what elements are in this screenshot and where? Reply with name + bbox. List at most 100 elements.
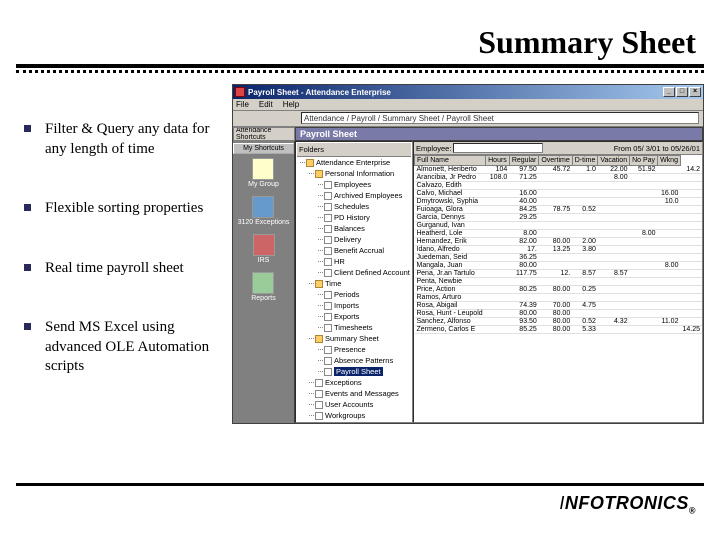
table-row[interactable]: Heatherd, Lole8.008.00 (415, 230, 703, 238)
toolbar-up-button[interactable] (265, 112, 279, 125)
cell-value: 80.25 (509, 286, 539, 294)
table-row[interactable]: Juedeman, Seid36.25 (415, 254, 703, 262)
date-range-label[interactable]: From 05/ 3/01 to 05/26/01 (614, 144, 700, 153)
shortcut-item[interactable]: 3120 Exceptions (238, 196, 290, 226)
table-row[interactable]: Ramos, Arturo (415, 294, 703, 302)
table-row[interactable]: Garcia, Dennys29.25 (415, 214, 703, 222)
cell-value (539, 294, 572, 302)
cell-value: 3.80 (572, 246, 598, 254)
cell-value: 4.32 (598, 318, 630, 326)
cell-value (539, 182, 572, 190)
tree-leaf-selected[interactable]: Payroll Sheet (334, 367, 383, 376)
minimize-button[interactable]: _ (663, 87, 675, 97)
cell-value (486, 270, 510, 278)
table-row[interactable]: Dmytrowski, Syphia40.0010.0 (415, 198, 703, 206)
bullet-item: Real time payroll sheet (24, 259, 214, 279)
tree-leaf[interactable]: Client Defined Account (334, 268, 410, 277)
tree-root[interactable]: Attendance Enterprise (316, 158, 390, 167)
column-header[interactable]: Wkng (658, 156, 681, 166)
column-header[interactable]: D-time (572, 156, 598, 166)
table-row[interactable]: Penta, Newbie (415, 278, 703, 286)
column-header[interactable]: Vacation (598, 156, 630, 166)
tree-leaf[interactable]: Events and Messages (325, 389, 399, 398)
menu-edit[interactable]: Edit (259, 100, 273, 109)
tree-leaf[interactable]: Employees (334, 180, 371, 189)
cell-value (598, 254, 630, 262)
table-row[interactable]: Zermeno, Carlos E85.2580.005.3314.25 (415, 326, 703, 334)
table-row[interactable]: Pena, Jr.an Tartulo117.7512.8.578.57 (415, 270, 703, 278)
shortcut-item[interactable]: IRS (253, 234, 275, 264)
table-row[interactable]: Fuioaga, Glora84.2578.750.52 (415, 206, 703, 214)
employee-field[interactable] (453, 143, 543, 153)
cell-value: 80.00 (509, 262, 539, 270)
cell-value: 80.00 (509, 310, 539, 318)
cell-value (598, 230, 630, 238)
cell-value: 2.00 (572, 238, 598, 246)
tree-leaf[interactable]: System Setup (325, 422, 372, 423)
cell-value (486, 302, 510, 310)
tree-leaf[interactable]: Archived Employees (334, 191, 402, 200)
cell-value (630, 326, 658, 334)
cell-value (680, 286, 702, 294)
table-row[interactable]: Almonett, Heriberto10497.5045.721.022.00… (415, 166, 703, 174)
breadcrumb[interactable]: Attendance / Payroll / Summary Sheet / P… (301, 112, 699, 124)
column-header[interactable]: Full Name (415, 156, 486, 166)
table-row[interactable]: Calvazo, Edith (415, 182, 703, 190)
table-row[interactable]: Calvo, Michael16.0016.00 (415, 190, 703, 198)
menu-file[interactable]: File (236, 100, 249, 109)
table-row[interactable]: Sanchez, Alfonso93.5080.000.524.3211.02 (415, 318, 703, 326)
tree-leaf[interactable]: HR (334, 257, 345, 266)
payroll-table[interactable]: Full NameHoursRegularOvertimeD-timeVacat… (414, 155, 702, 334)
tree-leaf[interactable]: Delivery (334, 235, 361, 244)
tree-leaf[interactable]: Workgroups (325, 411, 365, 420)
table-row[interactable]: Arancibia, Jr Pedro108.071.258.00 (415, 174, 703, 182)
tree-leaf[interactable]: Exports (334, 312, 359, 321)
window-titlebar[interactable]: Payroll Sheet - Attendance Enterprise _ … (233, 85, 703, 99)
cell-name: Calvazo, Edith (415, 182, 486, 190)
table-row[interactable]: Rosa, Hunt - Leupold80.0080.00 (415, 310, 703, 318)
cell-value: 84.25 (509, 206, 539, 214)
cell-name: Idano, Alfredo (415, 246, 486, 254)
table-row[interactable]: Gurganud, Ivan (415, 222, 703, 230)
column-header[interactable]: No Pay (630, 156, 658, 166)
tree-leaf[interactable]: PD History (334, 213, 370, 222)
cell-value: 0.52 (572, 318, 598, 326)
menu-help[interactable]: Help (283, 100, 299, 109)
table-row[interactable]: Idano, Alfredo17.13.253.80 (415, 246, 703, 254)
cell-value: 45.72 (539, 166, 572, 174)
table-row[interactable]: Mangala, Juan80.008.00 (415, 262, 703, 270)
cell-value: 97.50 (509, 166, 539, 174)
shortcut-item[interactable]: My Group (248, 158, 279, 188)
cell-value (680, 302, 702, 310)
tree-leaf[interactable]: Absence Patterns (334, 356, 393, 365)
tree-leaf[interactable]: Exceptions (325, 378, 362, 387)
column-header[interactable]: Overtime (539, 156, 572, 166)
table-row[interactable]: Hernandez, Erik82.0080.002.00 (415, 238, 703, 246)
tree-node[interactable]: Summary Sheet (325, 334, 379, 343)
tree-node[interactable]: Personal Information (325, 169, 394, 178)
cell-value (658, 222, 681, 230)
column-header[interactable]: Hours (486, 156, 510, 166)
tree-leaf[interactable]: Schedules (334, 202, 369, 211)
tree-node[interactable]: Time (325, 279, 341, 288)
maximize-button[interactable]: □ (676, 87, 688, 97)
shortcut-item[interactable]: Reports (251, 272, 276, 302)
tree-leaf[interactable]: Timesheets (334, 323, 373, 332)
table-row[interactable]: Price, Action80.2580.000.25 (415, 286, 703, 294)
tree-leaf[interactable]: Benefit Accrual (334, 246, 384, 255)
column-header[interactable]: Regular (509, 156, 539, 166)
tree-leaf[interactable]: Periods (334, 290, 359, 299)
table-row[interactable]: Rosa, Abigail74.3970.004.75 (415, 302, 703, 310)
tree-leaf[interactable]: Imports (334, 301, 359, 310)
tree-leaf[interactable]: User Accounts (325, 400, 373, 409)
toolbar-forward-button[interactable] (250, 112, 264, 125)
shortcuts-group[interactable]: My Shortcuts (233, 143, 294, 154)
toolbar-back-button[interactable] (235, 112, 249, 125)
cell-value (630, 174, 658, 182)
cell-value (658, 206, 681, 214)
tree-leaf[interactable]: Balances (334, 224, 365, 233)
close-button[interactable]: × (689, 87, 701, 97)
tree-leaf[interactable]: Presence (334, 345, 366, 354)
title-dots (16, 70, 704, 73)
folder-tree[interactable]: Attendance Enterprise Personal Informati… (297, 157, 411, 423)
